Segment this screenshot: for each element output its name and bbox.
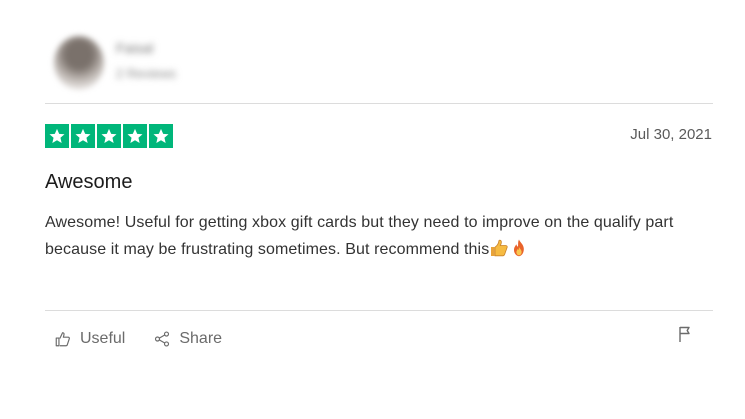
useful-label: Useful <box>80 330 126 347</box>
review-title: Awesome <box>45 171 133 193</box>
review-date: Jul 30, 2021 <box>630 126 712 143</box>
review-actions: Useful Share <box>54 330 222 348</box>
useful-button[interactable]: Useful <box>54 330 125 348</box>
star-icon <box>123 124 147 148</box>
fire-emoji <box>509 238 529 258</box>
reviewer-name[interactable]: Faisal <box>116 40 156 56</box>
review-body-text: Awesome! Useful for getting xbox gift ca… <box>45 214 674 258</box>
star-icon <box>149 124 173 148</box>
share-label: Share <box>179 330 223 347</box>
share-button[interactable]: Share <box>153 330 222 348</box>
divider <box>45 103 713 104</box>
star-rating <box>45 124 173 148</box>
flag-button[interactable] <box>677 325 693 343</box>
divider <box>45 310 713 311</box>
flag-icon <box>679 326 690 342</box>
star-icon <box>97 124 121 148</box>
thumbs-up-icon <box>55 332 70 347</box>
reviewer-header[interactable]: Faisal 2 Reviews <box>50 32 250 96</box>
avatar[interactable] <box>54 36 104 90</box>
review-card: Faisal 2 Reviews Jul 30, 2021 Awesome Aw… <box>0 0 745 419</box>
thumbs-up-emoji <box>489 238 509 258</box>
review-body: Awesome! Useful for getting xbox gift ca… <box>45 209 715 263</box>
star-icon <box>71 124 95 148</box>
share-icon <box>155 331 170 347</box>
reviewer-review-count: 2 Reviews <box>116 66 176 81</box>
star-icon <box>45 124 69 148</box>
